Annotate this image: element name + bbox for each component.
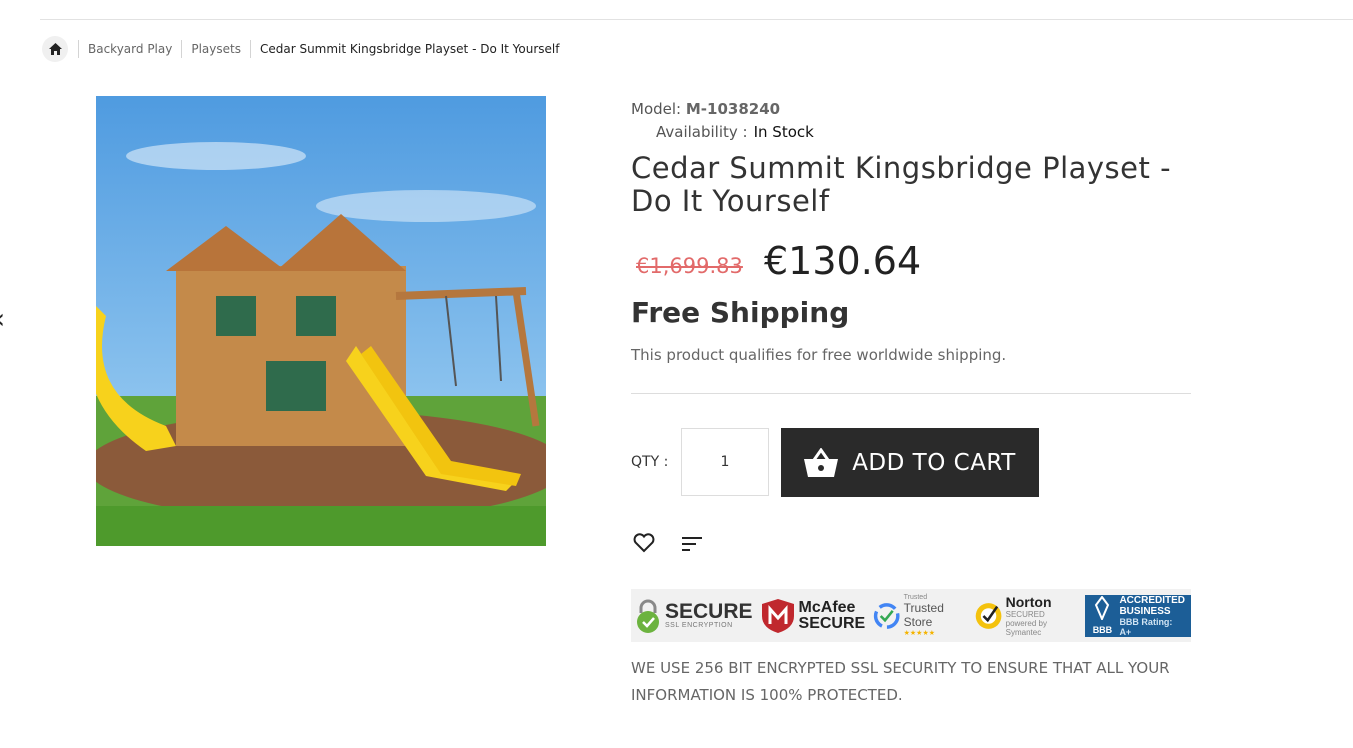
availability-value: In Stock (753, 123, 814, 141)
bbb-torch-icon (1095, 595, 1110, 622)
trusted-stars: ★★★★★ (903, 630, 936, 637)
lock-icon (637, 599, 659, 633)
norton-badge: Norton SECURED powered by Symantec (970, 589, 1078, 642)
norton-by: powered by Symantec (1005, 619, 1047, 637)
model-label: Model: (631, 100, 682, 118)
bbb-badge: BBB ACCREDITED BUSINESS BBB Rating: A+ (1085, 594, 1191, 637)
old-price: €1,699.83 (636, 254, 743, 278)
add-to-cart-label: ADD TO CART (852, 449, 1016, 476)
divider (631, 393, 1191, 394)
bbb-label: BBB (1092, 625, 1113, 635)
breadcrumb-backyard-play[interactable]: Backyard Play (78, 40, 181, 58)
shipping-note: This product qualifies for free worldwid… (631, 346, 1007, 364)
chevron-left-icon[interactable]: ‹ (0, 302, 5, 335)
trusted-top: Trusted (903, 594, 928, 601)
qty-label: QTY : (631, 454, 669, 470)
trusted-store-label: Trusted Store (903, 601, 944, 629)
top-divider (40, 19, 1353, 20)
qty-input[interactable] (681, 428, 769, 496)
ssl-note: WE USE 256 BIT ENCRYPTED SSL SECURITY TO… (631, 659, 1170, 704)
mcafee-secure-label: SECURE (798, 614, 866, 632)
mcafee-badge: McAfee SECURE (757, 589, 870, 642)
product-image[interactable] (96, 96, 546, 546)
bbb-accredited: ACCREDITED (1119, 594, 1185, 606)
model-value: M-1038240 (685, 100, 781, 118)
norton-label: Norton (1005, 594, 1052, 610)
mcafee-label: McAfee (798, 598, 856, 616)
breadcrumb-playsets[interactable]: Playsets (181, 40, 250, 58)
secure-badge: SECURE SSL ENCRYPTION (631, 589, 757, 642)
price: €130.64 (764, 239, 922, 283)
trust-badges: SECURE SSL ENCRYPTION McAfee SECURE Trus… (631, 589, 1191, 642)
secure-sub: SSL ENCRYPTION (665, 622, 733, 629)
availability: Availability : In Stock (656, 123, 814, 141)
model: Model: M-1038240 (631, 100, 780, 118)
add-to-cart-button[interactable]: ADD TO CART (781, 428, 1039, 497)
basket-icon (804, 447, 839, 477)
compare-icon[interactable] (682, 536, 702, 556)
norton-sub: SECURED (1005, 610, 1045, 619)
breadcrumb: Backyard Play Playsets Cedar Summit King… (42, 36, 569, 62)
bbb-rating: BBB Rating: A+ (1119, 616, 1173, 637)
bbb-business: BUSINESS (1119, 605, 1171, 617)
availability-label: Availability : (656, 123, 748, 141)
breadcrumb-current: Cedar Summit Kingsbridge Playset - Do It… (249, 40, 569, 58)
norton-check-icon (975, 602, 1001, 629)
trusted-store-check-icon (874, 602, 900, 629)
product-title: Cedar Summit Kingsbridge Playset - Do It… (631, 151, 1172, 218)
mcafee-shield-icon (761, 598, 794, 633)
secure-label: SECURE (665, 600, 753, 623)
shipping-title: Free Shipping (631, 296, 850, 329)
home-icon[interactable] (42, 36, 68, 62)
trusted-store-badge: Trusted Trusted Store ★★★★★ (869, 589, 969, 642)
heart-icon[interactable] (633, 533, 655, 557)
